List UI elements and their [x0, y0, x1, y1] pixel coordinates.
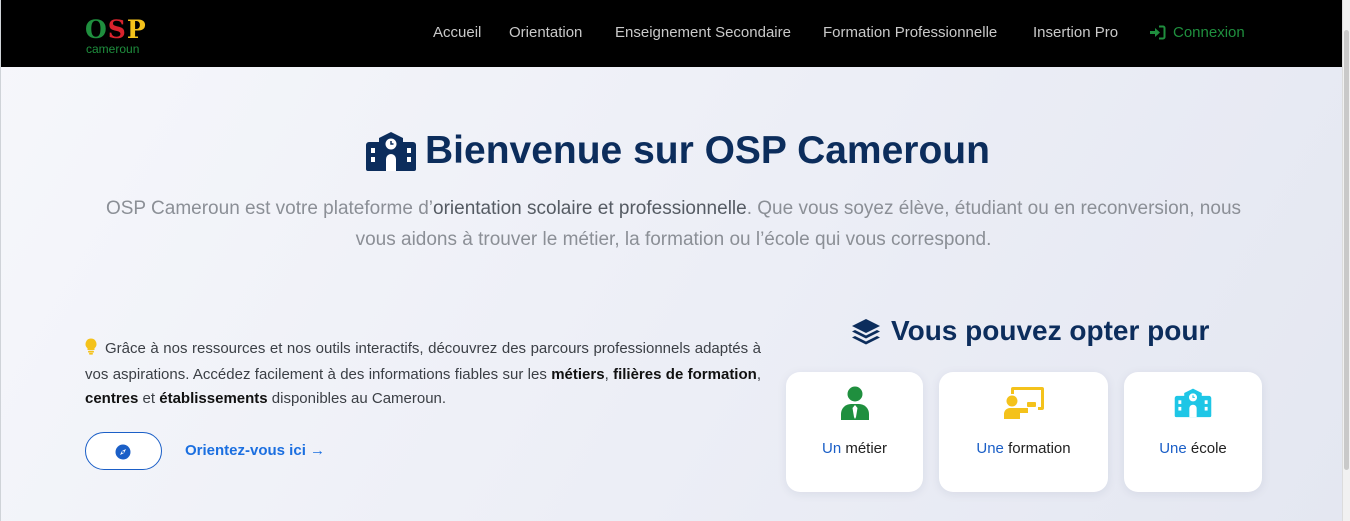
nav-accueil[interactable]: Accueil: [433, 24, 481, 42]
chalkboard-teacher-icon: [1003, 387, 1044, 419]
page-title: Bienvenue sur OSP Cameroun: [425, 129, 990, 172]
nav-orientation[interactable]: Orientation: [509, 24, 582, 42]
option-card-ecole[interactable]: Une école: [1124, 372, 1262, 492]
orientation-button[interactable]: [85, 432, 162, 470]
sign-in-icon: [1150, 25, 1166, 40]
logo-subtitle: cameroun: [86, 42, 140, 56]
logo-wordmark: OSP: [85, 15, 147, 44]
school-icon: [366, 132, 416, 171]
nav-enseignement-secondaire[interactable]: Enseignement Secondaire: [615, 24, 791, 42]
brand-logo[interactable]: OSP cameroun: [85, 15, 147, 55]
option-card-formation[interactable]: Une formation: [939, 372, 1108, 492]
hero-highlight: orientation scolaire et professionnelle: [433, 198, 747, 219]
lightbulb-icon: [85, 338, 105, 363]
option-label-formation: Une formation: [976, 440, 1071, 457]
scrollbar-thumb[interactable]: [1344, 30, 1349, 470]
login-link[interactable]: Connexion: [1149, 24, 1249, 42]
option-label-ecole: Une école: [1159, 440, 1227, 457]
user-tie-icon: [840, 386, 869, 420]
intro-paragraph: Grâce à nos ressources et nos outils int…: [85, 338, 761, 407]
login-label: Connexion: [1173, 24, 1245, 41]
navbar: OSP cameroun Accueil Orientation Enseign…: [1, 0, 1342, 67]
school-icon: [1174, 388, 1212, 418]
options-title: Vous pouvez opter pour: [891, 315, 1210, 346]
nav-formation-professionnelle[interactable]: Formation Professionnelle: [823, 24, 997, 42]
nav-insertion-pro[interactable]: Insertion Pro: [1033, 24, 1118, 42]
compass-icon: [115, 444, 131, 460]
option-card-metier[interactable]: Un métier: [786, 372, 923, 492]
orientation-link[interactable]: Orientez-vous ici →: [185, 442, 325, 459]
option-label-metier: Un métier: [821, 440, 888, 457]
page: OSP cameroun Accueil Orientation Enseign…: [0, 0, 1342, 521]
layers-icon: [852, 319, 880, 345]
hero-description: OSP Cameroun est votre plateforme d’orie…: [105, 198, 1242, 250]
